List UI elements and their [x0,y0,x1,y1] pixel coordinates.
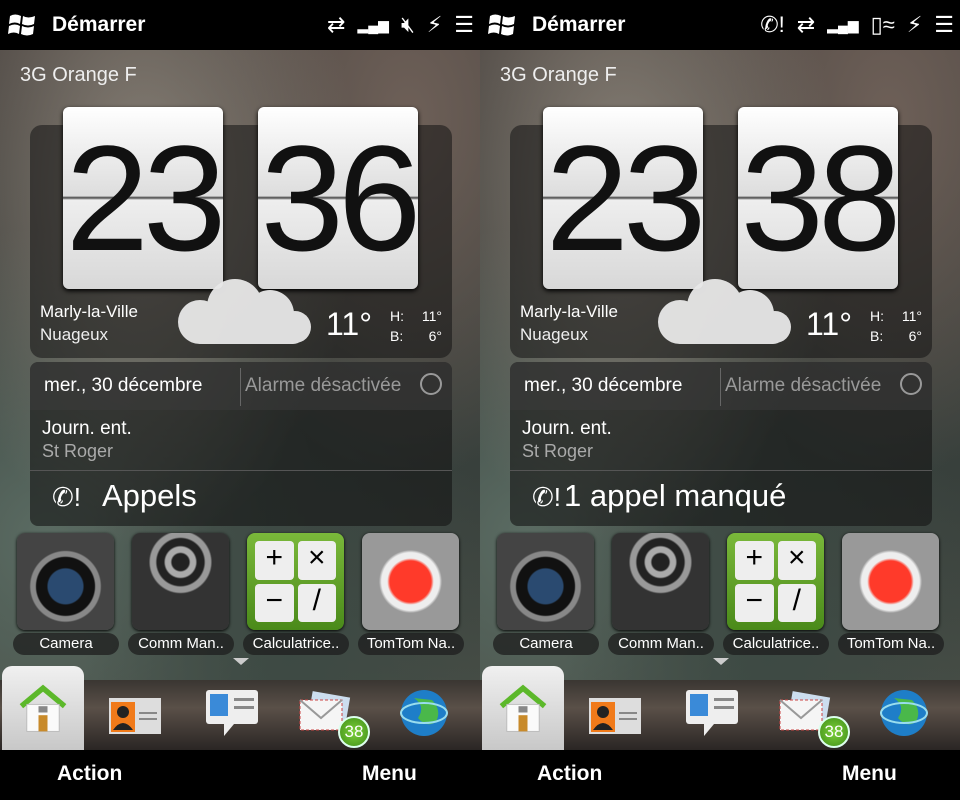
weather-high-low: H: 11° B: 6° [390,306,442,346]
operator-name: 3G Orange F [20,64,137,86]
weather-city: Marly-la-Ville [520,302,618,321]
tomtom-app-label[interactable]: TomTom Na.. [838,633,944,655]
operator-name: 3G Orange F [500,64,617,86]
clock-hour[interactable]: 23 [543,107,706,289]
low-label: B: [390,328,404,344]
weather-condition: Nuageux [520,325,589,344]
clock-hour[interactable]: 23 [63,107,226,289]
charging-icon: ⚡︎ [906,12,923,37]
menu-dropdown-icon: ☰ [454,12,474,37]
weather-temperature: 11° [806,306,853,342]
softkey-menu[interactable]: Menu [362,762,417,786]
clock-minute[interactable]: 36 [258,107,421,289]
phone-screen: Démarrer ⇄ ▂▄▆ 🔇︎ ⚡︎ ☰ 3G Orange F 23 36 Mar… [0,0,480,800]
tab-home[interactable] [2,666,84,750]
event-subtitle: St Roger [42,441,114,461]
alarm-status[interactable]: Alarme désactivée [725,375,881,397]
signal-icon: ▂▄▆ [827,17,859,33]
status-icons[interactable]: ✆! ⇄ ▂▄▆ ▯≈ ⚡︎ ☰ [760,10,954,40]
alarm-clock-icon [420,373,442,395]
tomtom-app-label[interactable]: TomTom Na.. [358,633,464,655]
tab-contacts-icon[interactable] [107,688,163,738]
tab-messages-icon[interactable] [204,688,260,738]
speaker-muted-icon: 🔇︎ [400,12,415,37]
calculator-app-icon[interactable]: + × − / [727,533,824,630]
softkey-action[interactable]: Action [57,762,122,786]
tab-messages-icon[interactable] [684,688,740,738]
low-value: 6° [908,328,922,344]
calculator-app-icon[interactable]: + × − / [247,533,344,630]
divider [240,368,241,406]
weather-high-low: H: 11° B: 6° [870,306,922,346]
high-value: 11° [901,308,922,324]
clock-minute[interactable]: 38 [738,107,901,289]
camera-app-icon[interactable] [497,533,594,630]
home-icon [499,684,547,732]
event-subtitle: St Roger [522,441,594,461]
high-label: H: [870,308,884,324]
weather-city: Marly-la-Ville [40,302,138,321]
softkey-action[interactable]: Action [537,762,602,786]
weather-temperature: 11° [326,306,373,342]
email-count-badge: 38 [338,716,370,748]
high-value: 11° [421,308,442,324]
status-icons[interactable]: ⇄ ▂▄▆ 🔇︎ ⚡︎ ☰ [327,10,474,40]
signal-icon: ▂▄▆ [357,17,389,33]
softkey-menu[interactable]: Menu [842,762,897,786]
expand-arrow-icon[interactable] [713,658,729,665]
vibrate-icon: ▯≈ [870,12,895,37]
calculator-app-label[interactable]: Calculatrice.. [243,633,349,655]
calls-link[interactable]: 1 appel manqué [564,478,786,514]
alarm-clock-icon [900,373,922,395]
menu-dropdown-icon: ☰ [934,12,954,37]
windows-logo-icon[interactable] [488,12,516,38]
low-value: 6° [428,328,442,344]
tomtom-app-icon[interactable] [842,533,939,630]
calls-link[interactable]: Appels [102,478,197,514]
windows-logo-icon[interactable] [8,12,36,38]
comm-manager-app-icon[interactable] [132,533,229,630]
email-count-badge: 38 [818,716,850,748]
status-bar: Démarrer ✆! ⇄ ▂▄▆ ▯≈ ⚡︎ ☰ [480,0,960,50]
data-sync-icon: ⇄ [327,12,346,37]
tab-internet-icon[interactable] [396,688,452,738]
data-sync-icon: ⇄ [796,12,816,37]
tab-contacts-icon[interactable] [587,688,643,738]
start-button[interactable]: Démarrer [52,13,145,37]
charging-icon: ⚡︎ [426,12,443,37]
cloud-icon [178,279,311,344]
divider [510,470,932,471]
camera-app-icon[interactable] [17,533,114,630]
date-text[interactable]: mer., 30 décembre [524,375,682,397]
comm-manager-app-label[interactable]: Comm Man.. [608,633,714,655]
weather-condition: Nuageux [40,325,109,344]
cloud-icon [658,279,791,344]
start-button[interactable]: Démarrer [532,13,625,37]
calculator-app-label[interactable]: Calculatrice.. [723,633,829,655]
tomtom-app-icon[interactable] [362,533,459,630]
alarm-status[interactable]: Alarme désactivée [245,375,401,397]
date-text[interactable]: mer., 30 décembre [44,375,202,397]
tab-internet-icon[interactable] [876,688,932,738]
divider [720,368,721,406]
camera-app-label[interactable]: Camera [13,633,119,655]
comm-manager-app-icon[interactable] [612,533,709,630]
comm-manager-app-label[interactable]: Comm Man.. [128,633,234,655]
low-label: B: [870,328,884,344]
tab-home[interactable] [482,666,564,750]
event-title[interactable]: Journ. ent. [42,418,132,440]
divider [30,470,452,471]
phone-screen: Démarrer ✆! ⇄ ▂▄▆ ▯≈ ⚡︎ ☰ 3G Orange F 23 38 M… [480,0,960,800]
missed-call-icon: ✆! [532,482,562,512]
camera-app-label[interactable]: Camera [493,633,599,655]
expand-arrow-icon[interactable] [233,658,249,665]
event-title[interactable]: Journ. ent. [522,418,612,440]
missed-call-icon: ✆! [52,482,82,512]
status-bar: Démarrer ⇄ ▂▄▆ 🔇︎ ⚡︎ ☰ [0,0,480,50]
home-icon [19,684,67,732]
missed-call-icon: ✆! [760,12,785,37]
high-label: H: [390,308,404,324]
